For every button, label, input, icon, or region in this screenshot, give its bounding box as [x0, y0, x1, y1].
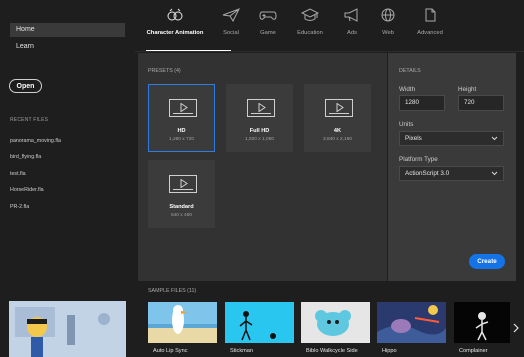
- preset-name: 4K: [333, 128, 342, 134]
- character-illustration: [9, 301, 126, 357]
- tab-social[interactable]: Social: [211, 8, 251, 36]
- tab-label: Advanced: [417, 30, 443, 36]
- gamepad-icon: [259, 11, 277, 20]
- paper-plane-icon: [222, 8, 240, 22]
- recent-file-item[interactable]: panorama_moving.fla: [10, 138, 61, 144]
- sample-file-label: Complainer: [459, 348, 488, 354]
- character-animation-icon: [167, 8, 183, 21]
- units-value: Pixels: [405, 135, 422, 142]
- sample-file-card[interactable]: Stickman: [225, 302, 294, 357]
- chevron-down-icon: [491, 136, 498, 141]
- sample-file-card[interactable]: Auto Lip Sync: [148, 302, 217, 357]
- sample-file-label: Auto Lip Sync: [153, 348, 188, 354]
- units-label: Units: [399, 121, 414, 128]
- recent-file-item[interactable]: test.fla: [10, 171, 26, 177]
- units-select[interactable]: Pixels: [399, 131, 504, 146]
- sidebar-item-home[interactable]: Home: [10, 23, 125, 37]
- sidebar-item-learn[interactable]: Learn: [10, 40, 125, 54]
- preset-card-4k[interactable]: 4K 3,840 x 2,160: [304, 84, 371, 152]
- video-screen-icon: [169, 99, 197, 117]
- tab-ads[interactable]: Ads: [332, 8, 372, 36]
- sample-thumbnail-stickman: [225, 302, 294, 343]
- preset-card-hd[interactable]: HD 1,280 x 720: [148, 84, 215, 152]
- recent-file-item[interactable]: bird_flying.fla: [10, 154, 41, 160]
- preset-name: Full HD: [249, 128, 270, 134]
- height-label: Height: [458, 86, 477, 93]
- video-screen-icon: [325, 99, 353, 117]
- sample-file-card[interactable]: Complainer: [454, 302, 510, 357]
- height-input[interactable]: 720: [458, 95, 504, 111]
- tab-advanced[interactable]: Advanced: [410, 8, 450, 36]
- presets-header: PRESETS (4): [148, 68, 181, 74]
- preset-size: 3,840 x 2,160: [322, 137, 353, 142]
- document-icon: [425, 8, 436, 22]
- sample-thumbnail-hippo: [377, 302, 446, 343]
- sample-file-label: Biblo Walkcycle Side: [306, 348, 358, 354]
- tab-game[interactable]: Game: [248, 8, 288, 36]
- sample-thumbnail-biblo: [301, 302, 370, 343]
- tab-label: Character Animation: [146, 30, 204, 36]
- platform-type-value: ActionScript 3.0: [405, 170, 450, 177]
- open-button[interactable]: Open: [9, 79, 42, 93]
- globe-icon: [381, 8, 395, 22]
- video-screen-icon: [247, 99, 275, 117]
- preset-card-full-hd[interactable]: Full HD 1,920 x 1,080: [226, 84, 293, 152]
- sample-file-label: Hippo: [382, 348, 397, 354]
- sample-thumbnail-lip-sync: [148, 302, 217, 343]
- preset-card-standard[interactable]: Standard 640 x 480: [148, 160, 215, 228]
- tab-bar-divider: [135, 51, 524, 52]
- recent-file-item[interactable]: HorseRider.fla: [10, 187, 44, 193]
- recent-files-header: RECENT FILES: [10, 117, 49, 123]
- tab-label: Web: [382, 30, 394, 36]
- active-tab-underline: [146, 50, 231, 51]
- recent-file-item[interactable]: PR-2.fla: [10, 204, 29, 210]
- sample-file-card[interactable]: Hippo: [377, 302, 446, 357]
- sample-thumbnail-complainer: [454, 302, 510, 343]
- width-input[interactable]: 1280: [399, 95, 445, 111]
- preset-size: 640 x 480: [170, 213, 193, 218]
- chevron-right-icon[interactable]: [512, 323, 520, 333]
- sample-files-header: SAMPLE FILES (11): [148, 288, 197, 294]
- preset-size: 1,920 x 1,080: [244, 137, 275, 142]
- preset-name: HD: [177, 128, 186, 134]
- tab-character-animation[interactable]: Character Animation: [147, 8, 203, 36]
- tab-label: Education: [297, 30, 323, 36]
- sample-file-card[interactable]: Biblo Walkcycle Side: [301, 302, 370, 357]
- tab-label: Game: [260, 30, 276, 36]
- preset-size: 1,280 x 720: [168, 137, 195, 142]
- tab-label: Ads: [347, 30, 357, 36]
- platform-type-select[interactable]: ActionScript 3.0: [399, 166, 504, 181]
- tab-web[interactable]: Web: [368, 8, 408, 36]
- graduation-cap-icon: [301, 8, 319, 21]
- details-header: DETAILS: [399, 68, 421, 74]
- megaphone-icon: [344, 8, 358, 22]
- sidebar-promo-thumbnail[interactable]: [9, 301, 126, 357]
- video-screen-icon: [169, 175, 197, 193]
- create-button[interactable]: Create: [469, 254, 505, 269]
- width-label: Width: [399, 86, 416, 93]
- chevron-down-icon: [491, 171, 498, 176]
- preset-name: Standard: [169, 204, 194, 210]
- tab-education[interactable]: Education: [290, 8, 330, 36]
- platform-type-label: Platform Type: [399, 156, 438, 163]
- tab-label: Social: [223, 30, 239, 36]
- sample-file-label: Stickman: [230, 348, 254, 354]
